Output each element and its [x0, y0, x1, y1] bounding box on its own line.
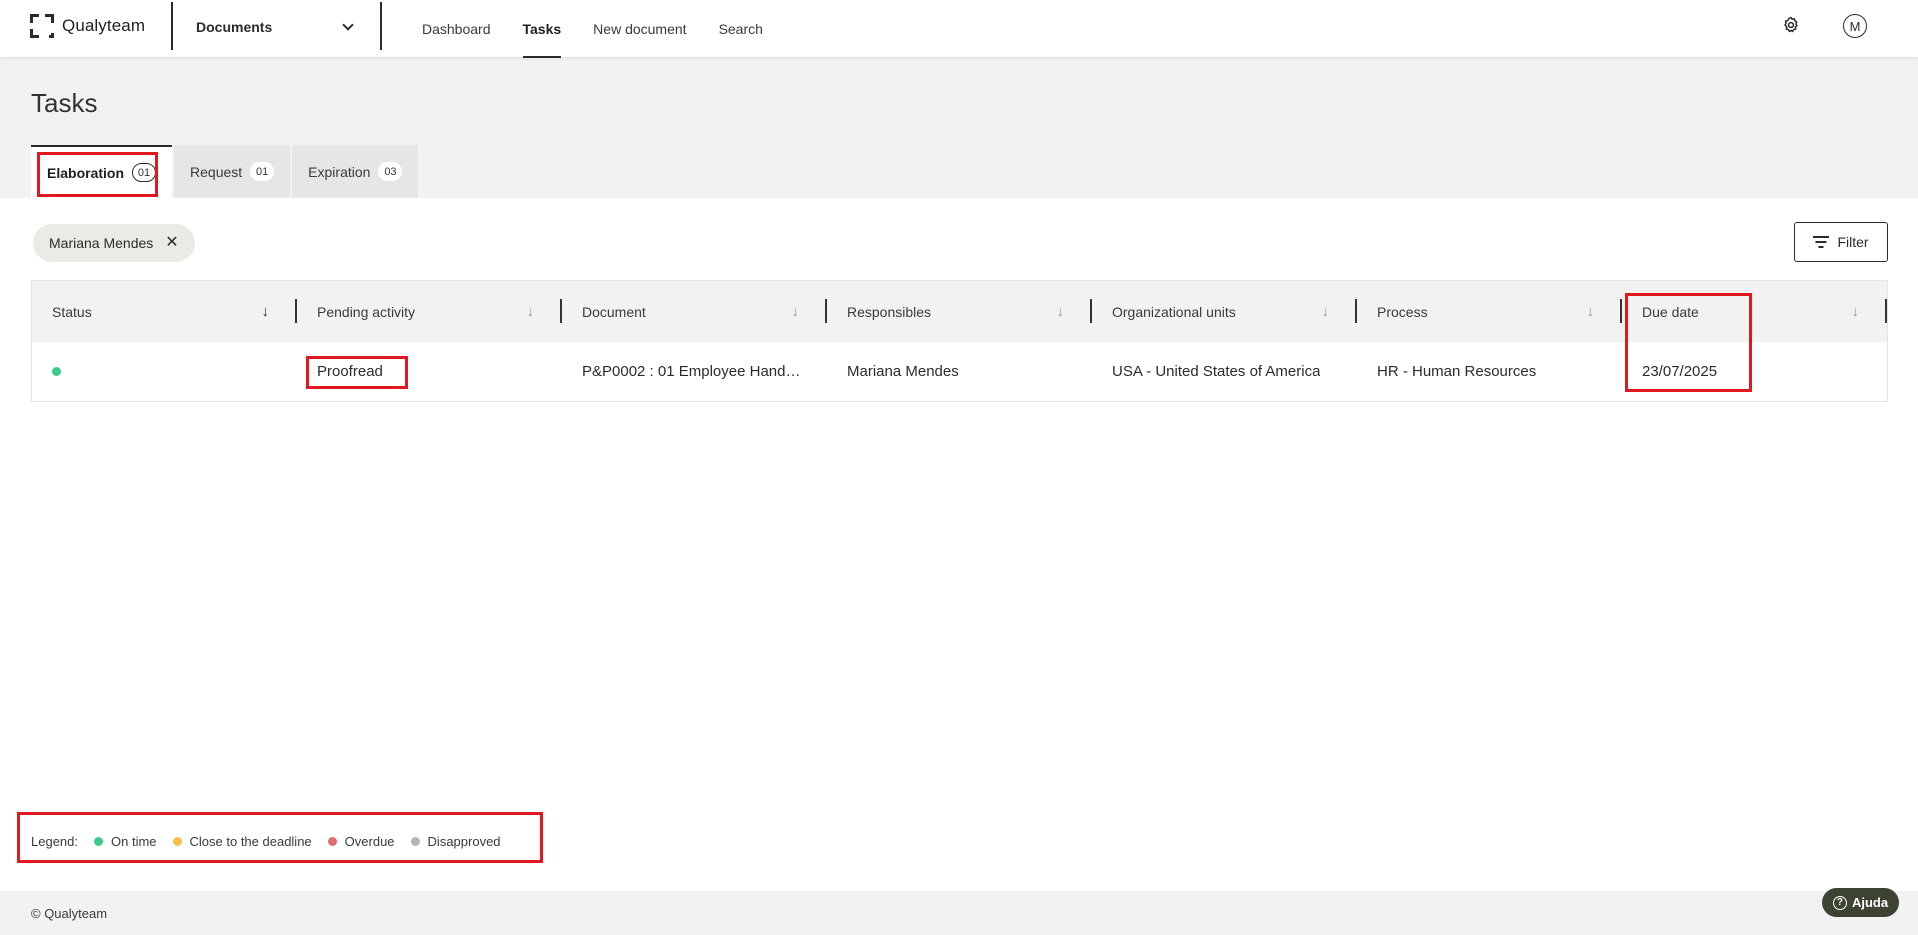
legend-item-disapproved: Disapproved [410, 833, 501, 849]
chevron-down-icon [342, 19, 354, 31]
legend-item-on-time: On time [94, 834, 157, 849]
close-icon[interactable]: ✕ [165, 235, 178, 251]
column-header-organizational-units[interactable]: Organizational units ↓ [1092, 281, 1357, 342]
help-icon: ? [1832, 895, 1847, 910]
legend-label: Disapproved [427, 833, 501, 849]
green-dot-icon [94, 836, 103, 846]
user-avatar[interactable]: M [1843, 14, 1867, 38]
cell-status [32, 342, 297, 401]
responsibles-value: Mariana Mendes [847, 363, 959, 380]
process-value: HR - Human Resources [1377, 363, 1537, 380]
sort-arrow-icon[interactable]: ↓ [1852, 303, 1860, 320]
cell-due-date: 23/07/2025 [1622, 342, 1887, 401]
divider [380, 2, 382, 50]
column-header-due-date[interactable]: Due date ↓ [1622, 281, 1887, 342]
column-header-document[interactable]: Document ↓ [562, 281, 827, 342]
tab-request[interactable]: Request 01 [174, 145, 291, 198]
document-value: P&P0002 : 01 Employee Handbook [582, 363, 807, 380]
qualyteam-logo-icon [30, 14, 54, 38]
table-header: Status ↓ Pending activity ↓ Document ↓ R… [32, 281, 1887, 342]
legend-title: Legend: [31, 833, 78, 849]
column-label: Responsibles [847, 303, 932, 320]
red-dot-icon [327, 836, 337, 846]
column-label: Status [52, 303, 92, 320]
sort-arrow-icon[interactable]: ↓ [1322, 303, 1330, 320]
column-header-process[interactable]: Process ↓ [1357, 281, 1622, 342]
tab-count-badge: 03 [378, 162, 403, 181]
top-bar: Qualyteam Documents Dashboard Tasks New … [0, 0, 1918, 58]
sort-arrow-icon[interactable]: ↓ [1587, 303, 1595, 320]
page-title: Tasks [31, 88, 98, 118]
help-button[interactable]: ? Ajuda [1822, 888, 1899, 917]
filter-icon [1813, 236, 1830, 248]
footer: © Qualyteam [0, 891, 1918, 935]
tasks-table: Status ↓ Pending activity ↓ Document ↓ R… [31, 280, 1888, 402]
status-dot-icon [52, 367, 61, 376]
column-label: Document [582, 303, 646, 320]
main-nav: Dashboard Tasks New document Search [422, 0, 795, 58]
sort-arrow-icon[interactable]: ↓ [792, 303, 800, 320]
legend-item-close-to-deadline: Close to the deadline [172, 833, 312, 849]
cell-pending-activity: Proofread [297, 342, 562, 401]
cell-process: HR - Human Resources [1357, 342, 1622, 401]
organizational-units-value: USA - United States of America [1112, 363, 1321, 380]
nav-new-document[interactable]: New document [593, 0, 686, 58]
brand-name: Qualyteam [62, 16, 146, 35]
filter-button[interactable]: Filter [1794, 222, 1888, 262]
sort-arrow-icon[interactable]: ↓ [527, 303, 535, 320]
legend-label: Overdue [344, 833, 395, 849]
cell-document: P&P0002 : 01 Employee Handbook [562, 342, 827, 401]
task-tabs: Elaboration 01 Request 01 Expiration 03 [31, 145, 420, 198]
tab-label: Request [190, 163, 243, 180]
brand-logo[interactable]: Qualyteam [30, 13, 145, 39]
pending-activity-value: Proofread [317, 363, 383, 380]
column-label: Process [1377, 303, 1428, 320]
tab-count-badge: 01 [250, 162, 275, 181]
column-header-status[interactable]: Status ↓ [32, 281, 297, 342]
cell-organizational-units: USA - United States of America [1092, 342, 1357, 401]
divider [171, 2, 173, 50]
tab-elaboration[interactable]: Elaboration 01 [31, 145, 173, 198]
sort-arrow-icon[interactable]: ↓ [1057, 303, 1065, 320]
yellow-dot-icon [172, 836, 182, 846]
module-select-value: Documents [196, 19, 273, 35]
cell-responsibles: Mariana Mendes [827, 342, 1092, 401]
sort-arrow-icon[interactable]: ↓ [262, 303, 270, 320]
footer-copyright: © Qualyteam [31, 905, 108, 921]
nav-tasks[interactable]: Tasks [522, 0, 561, 58]
legend-item-overdue: Overdue [327, 833, 395, 849]
column-header-responsibles[interactable]: Responsibles ↓ [827, 281, 1092, 342]
legend-label: Close to the deadline [189, 833, 312, 849]
column-label: Pending activity [317, 303, 416, 320]
status-legend: Legend: On time Close to the deadline Ov… [31, 829, 501, 853]
gray-dot-icon [410, 836, 420, 846]
column-label: Organizational units [1112, 303, 1236, 320]
tab-label: Elaboration [47, 164, 125, 181]
column-header-pending-activity[interactable]: Pending activity ↓ [297, 281, 562, 342]
help-button-label: Ajuda [1851, 895, 1889, 910]
due-date-value: 23/07/2025 [1642, 363, 1718, 380]
nav-dashboard[interactable]: Dashboard [422, 0, 491, 58]
filter-chip-label: Mariana Mendes [49, 235, 154, 251]
gear-icon[interactable] [1782, 16, 1800, 34]
tab-count-badge: 01 [132, 163, 157, 182]
filter-button-label: Filter [1837, 234, 1869, 250]
nav-search[interactable]: Search [719, 0, 763, 58]
tab-expiration[interactable]: Expiration 03 [292, 145, 419, 198]
filter-chip-responsible: Mariana Mendes ✕ [33, 224, 195, 262]
table-row[interactable]: Proofread P&P0002 : 01 Employee Handbook… [32, 342, 1887, 401]
legend-label: On time [111, 833, 157, 849]
module-select[interactable]: Documents [196, 16, 356, 38]
column-label: Due date [1642, 303, 1699, 320]
tab-label: Expiration [308, 163, 371, 180]
